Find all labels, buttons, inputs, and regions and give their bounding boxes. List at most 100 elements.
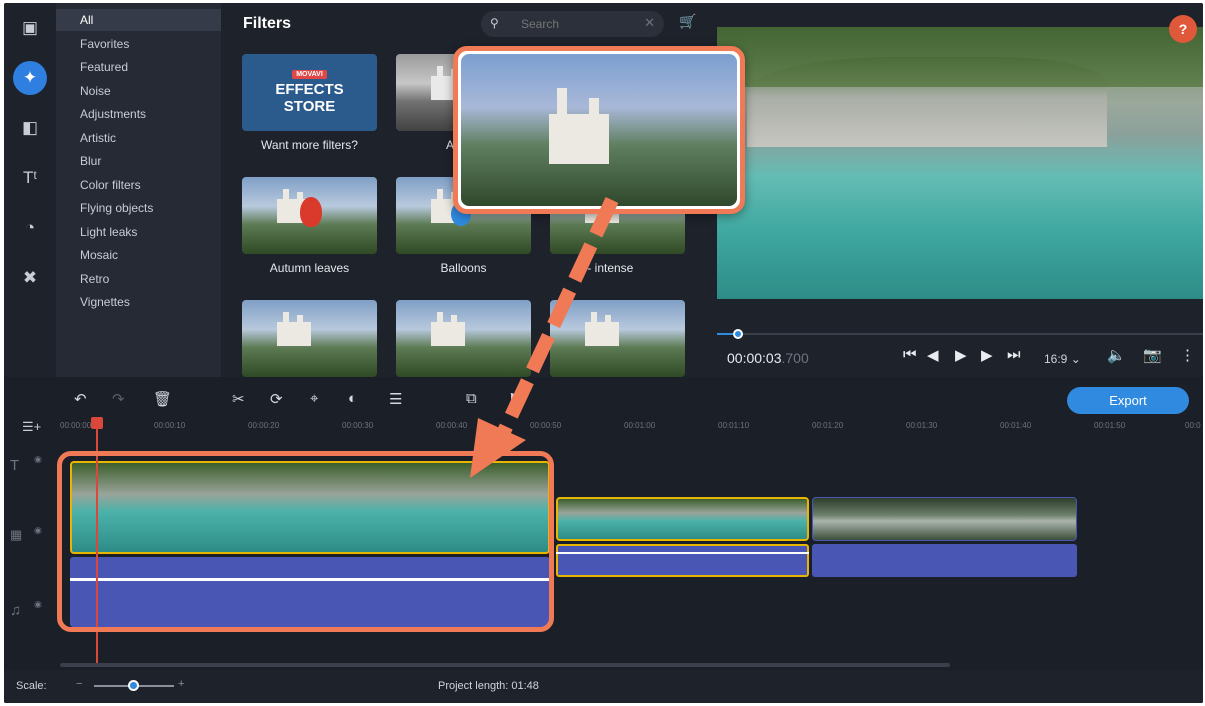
aspect-ratio-select[interactable]: 16:9 ⌄ (1044, 352, 1081, 366)
filter-tile-autumn-leaves[interactable] (242, 177, 377, 254)
search-box[interactable]: ⚲ ✕ (481, 11, 664, 37)
filters-title: Filters (243, 15, 292, 32)
category-artistic[interactable]: Artistic (56, 127, 221, 149)
ruler-tick-label: 00:01:00 (624, 421, 656, 430)
add-track-icon[interactable]: ☰+ (22, 419, 41, 435)
import-icon[interactable]: ▣ (13, 11, 47, 45)
ruler-tick-label: 00:00:50 (530, 421, 562, 430)
clear-icon[interactable]: ✕ (644, 15, 655, 31)
rotate-icon[interactable]: ⟳ (270, 390, 283, 408)
ruler-tick-label: 00:00:20 (248, 421, 280, 430)
eye-icon[interactable]: ◉ (34, 454, 42, 465)
export-button[interactable]: Export (1067, 387, 1189, 414)
category-vignettes[interactable]: Vignettes (56, 291, 221, 313)
ruler-tick-label: 00:00:00 (60, 421, 92, 430)
category-adjustments[interactable]: Adjustments (56, 103, 221, 125)
ruler-tick-label: 00:00:30 (342, 421, 374, 430)
magic-wand-icon[interactable]: ✦ (13, 61, 47, 95)
tool-rail: ▣ ✦ ◧ Tᵗ ◔ ✖ (4, 3, 56, 377)
store-line-1: EFFECTS (275, 81, 344, 98)
search-input[interactable] (521, 14, 641, 34)
delete-icon[interactable]: 🗑 (153, 390, 172, 408)
ruler-tick-label: 00:01:50 (1094, 421, 1126, 430)
zoom-out-icon[interactable]: − (76, 678, 82, 690)
preview-video (717, 27, 1203, 299)
seek-handle[interactable] (733, 329, 743, 339)
video-clip-3[interactable] (812, 497, 1077, 541)
preview-panel: ? 00:00:03.700 ⏮ ◀ ▶ ▶ ⏭ 16:9 ⌄ 🔈 📷 ⋮ (717, 3, 1203, 377)
leaf-icon (300, 197, 322, 227)
category-retro[interactable]: Retro (56, 268, 221, 290)
zoom-in-icon[interactable]: + (178, 678, 184, 690)
cart-icon[interactable]: 🛒 (679, 13, 696, 30)
crop-icon[interactable]: ⌖ (310, 390, 318, 407)
volume-icon[interactable]: 🔈 (1107, 346, 1126, 364)
category-favorites[interactable]: Favorites (56, 33, 221, 55)
cut-icon[interactable]: ✂ (232, 390, 245, 408)
ruler-tick-label: 00:01:40 (1000, 421, 1032, 430)
filter-tile[interactable] (242, 300, 377, 377)
skip-start-icon[interactable]: ⏮ (903, 346, 917, 363)
highlighted-clip-outline (57, 451, 554, 632)
tile-label: Balloons (440, 261, 487, 275)
store-line-2: STORE (283, 98, 336, 115)
dragged-filter-callout (453, 46, 745, 214)
castle-preview-thumbnail (461, 54, 737, 206)
titles-icon[interactable]: Tᵗ (13, 161, 47, 195)
seek-bar[interactable] (717, 329, 1203, 339)
effects-store-tile[interactable]: MOVAVI EFFECTS STORE (242, 54, 377, 131)
transitions-icon[interactable]: ◧ (13, 111, 47, 145)
category-blur[interactable]: Blur (56, 150, 221, 172)
filter-tile[interactable] (396, 300, 531, 377)
video-clip-2[interactable] (556, 497, 809, 541)
ruler-tick-label: 00:01:30 (906, 421, 938, 430)
scale-handle[interactable] (128, 680, 139, 691)
clip-properties-icon[interactable]: ☰ (389, 390, 402, 408)
timecode-ms: .700 (781, 350, 809, 366)
undo-icon[interactable]: ↶ (74, 390, 87, 408)
timecode: 00:00:03.700 (727, 350, 809, 366)
video-track-icon: ▦ (10, 527, 23, 542)
tile-label: Autumn leaves (269, 261, 350, 275)
more-icon[interactable]: ⋮ (1180, 346, 1195, 364)
tile-label: Want more filters? (261, 138, 358, 152)
category-light-leaks[interactable]: Light leaks (56, 221, 221, 243)
search-icon: ⚲ (490, 16, 499, 30)
category-all[interactable]: All (56, 9, 221, 31)
eye-icon[interactable]: ◉ (34, 525, 42, 536)
help-button[interactable]: ? (1169, 15, 1197, 43)
color-adjust-icon[interactable]: ◐ (348, 390, 357, 407)
project-length-value: 01:48 (511, 680, 539, 692)
tools-icon[interactable]: ✖ (13, 261, 47, 295)
audio-clip-2[interactable] (556, 544, 809, 577)
volume-line[interactable] (556, 552, 809, 554)
tile-label: r - intense (580, 261, 634, 275)
snapshot-icon[interactable]: 📷 (1143, 346, 1162, 364)
store-badge: MOVAVI (292, 70, 327, 79)
filter-tile[interactable] (550, 300, 685, 377)
category-mosaic[interactable]: Mosaic (56, 244, 221, 266)
play-icon[interactable]: ▶ (955, 346, 967, 364)
audio-clip-3[interactable] (812, 544, 1077, 577)
timeline-scrollbar[interactable] (60, 663, 950, 667)
stickers-icon[interactable]: ◔ (13, 211, 47, 245)
ruler-tick-label: 00:01:20 (812, 421, 844, 430)
mute-icon[interactable]: ◉ (34, 599, 42, 610)
step-forward-icon[interactable]: ▶ (981, 346, 993, 364)
category-color-filters[interactable]: Color filters (56, 174, 221, 196)
step-back-icon[interactable]: ◀ (927, 346, 939, 364)
music-track-icon: ♫ (10, 602, 22, 619)
category-flying-objects[interactable]: Flying objects (56, 197, 221, 219)
category-noise[interactable]: Noise (56, 80, 221, 102)
time-ruler[interactable]: 00:00:00 00:00:10 00:00:20 00:00:30 00:0… (60, 417, 1203, 441)
marker-icon[interactable]: ⚑ (508, 390, 521, 408)
ruler-tick-label: 00:00:10 (154, 421, 186, 430)
project-length: Project length: 01:48 (438, 680, 539, 692)
skip-end-icon[interactable]: ⏭ (1007, 346, 1021, 363)
category-featured[interactable]: Featured (56, 56, 221, 78)
redo-icon[interactable]: ↷ (112, 390, 125, 408)
title-track-icon: T (10, 457, 20, 474)
filter-categories: All Favorites Featured Noise Adjustments… (56, 3, 221, 377)
status-bar: Scale: − + Project length: 01:48 (4, 670, 1203, 703)
overlay-icon[interactable]: ⧉ (466, 390, 477, 407)
